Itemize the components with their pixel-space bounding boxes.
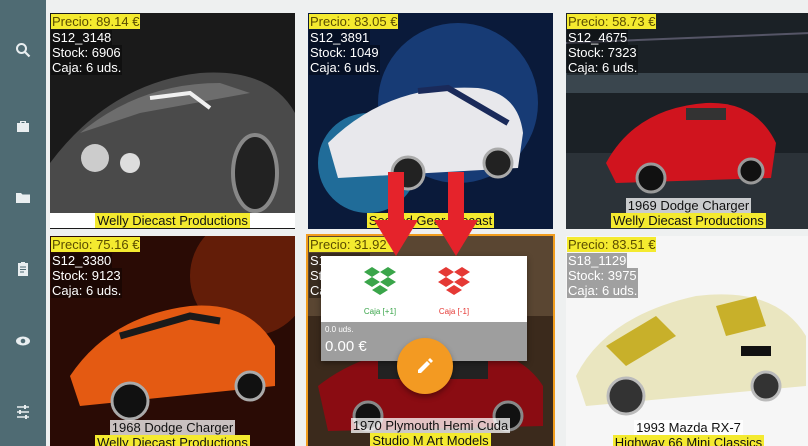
product-card[interactable]: Precio: 83.05 € S12_3891 Stock: 1049 Caj… bbox=[308, 13, 553, 229]
search-icon[interactable] bbox=[0, 30, 46, 70]
product-code: S12_3891 bbox=[309, 30, 371, 45]
sliders-icon[interactable] bbox=[0, 392, 46, 432]
model-label: 1968 Dodge Charger bbox=[109, 420, 236, 435]
price-label: Precio: 89.14 € bbox=[51, 14, 141, 29]
product-code: S18_1129 bbox=[567, 253, 628, 268]
product-code: S12_3380 bbox=[51, 253, 113, 268]
sidebar bbox=[0, 0, 46, 446]
price-label: Precio: 83.05 € bbox=[309, 14, 399, 29]
model-label: 1969 Dodge Charger bbox=[625, 198, 752, 213]
product-card[interactable]: Precio: 58.73 € S12_4675 Stock: 7323 Caj… bbox=[566, 13, 808, 229]
product-code: S12_4675 bbox=[567, 30, 629, 45]
pencil-icon bbox=[418, 358, 433, 373]
vendor-label: Welly Diecast Productions bbox=[95, 435, 250, 446]
remove-box-label: Caja [-1] bbox=[438, 307, 470, 316]
dropbox-icon bbox=[364, 267, 396, 295]
model-label: 1993 Mazda RX-7 bbox=[634, 420, 743, 435]
clipboard-icon[interactable] bbox=[0, 249, 46, 289]
vendor-label: Highway 66 Mini Classics bbox=[612, 435, 765, 446]
eye-icon[interactable] bbox=[0, 321, 46, 361]
arrow-down-icon bbox=[434, 172, 478, 256]
box-label: Caja: 6 uds. bbox=[51, 283, 123, 298]
product-card[interactable]: Precio: 75.16 € S12_3380 Stock: 9123 Caj… bbox=[50, 236, 295, 446]
box-label: Caja: 6 uds. bbox=[567, 60, 639, 75]
stock-label: Stock: 7323 bbox=[567, 45, 638, 60]
product-code: S12_3148 bbox=[51, 30, 113, 45]
box-label: Caja: 6 uds. bbox=[51, 60, 123, 75]
price-label: Precio: 75.16 € bbox=[51, 237, 141, 252]
product-card[interactable]: Precio: 89.14 € S12_3148 Stock: 6906 Caj… bbox=[50, 13, 295, 229]
total-label: 0.00 € bbox=[325, 338, 367, 355]
dropbox-icon bbox=[438, 267, 470, 295]
price-label: Precio: 83.51 € bbox=[567, 237, 657, 252]
briefcase-icon[interactable] bbox=[0, 106, 46, 146]
box-label: Caja: 6 uds. bbox=[567, 283, 639, 298]
stock-label: Stock: 3975 bbox=[567, 268, 638, 283]
add-box-button[interactable]: Caja [+1] bbox=[350, 264, 410, 319]
quantity-label: 0.0 uds. bbox=[325, 325, 354, 334]
remove-box-button[interactable]: Caja [-1] bbox=[424, 264, 484, 319]
edit-fab-button[interactable] bbox=[397, 338, 453, 394]
arrow-down-icon bbox=[374, 172, 418, 256]
stock-label: Stock: 1049 bbox=[309, 45, 380, 60]
product-card[interactable]: Precio: 83.51 € S18_1129 Stock: 3975 Caj… bbox=[566, 236, 808, 446]
vendor-label: Studio M Art Models bbox=[370, 433, 491, 446]
stock-label: Stock: 9123 bbox=[51, 268, 122, 283]
price-label: Precio: 58.73 € bbox=[567, 14, 657, 29]
folder-icon[interactable] bbox=[0, 178, 46, 218]
stock-label: Stock: 6906 bbox=[51, 45, 122, 60]
add-box-label: Caja [+1] bbox=[363, 307, 397, 316]
box-label: Caja: 6 uds. bbox=[309, 60, 381, 75]
vendor-label: Welly Diecast Productions bbox=[611, 213, 766, 228]
vendor-label: Welly Diecast Productions bbox=[95, 213, 250, 228]
model-label: 1970 Plymouth Hemi Cuda bbox=[350, 418, 511, 433]
